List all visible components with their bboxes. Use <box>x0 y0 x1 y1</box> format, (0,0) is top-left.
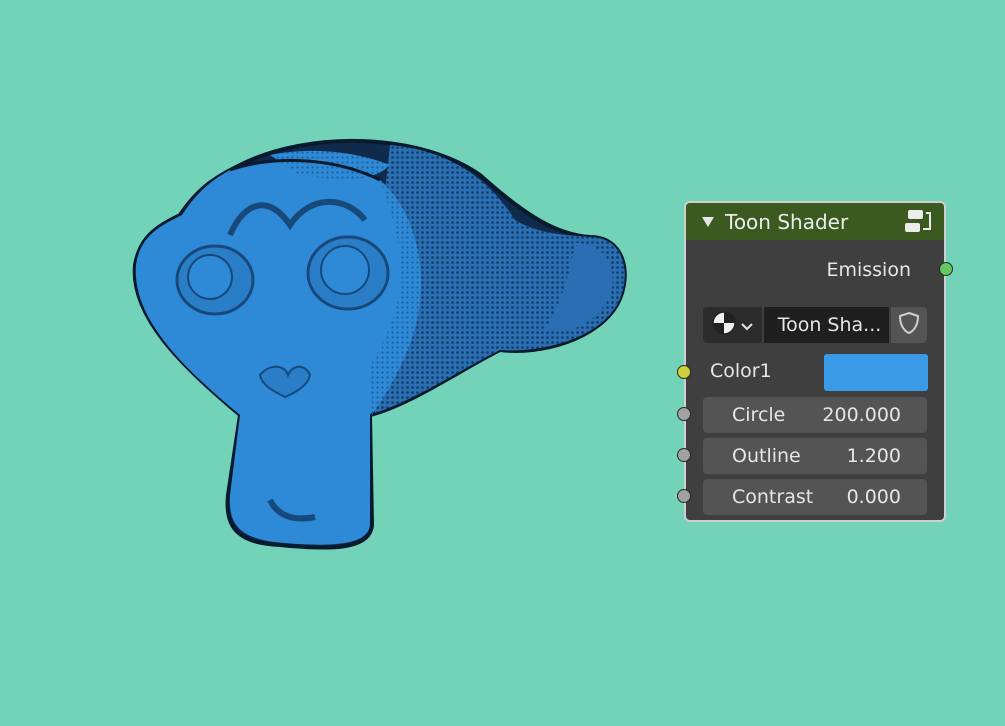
circle-value: 200.000 <box>822 404 901 426</box>
emission-output-socket[interactable] <box>939 262 953 276</box>
outline-field[interactable]: Outline 1.200 <box>703 438 927 474</box>
node-header[interactable]: Toon Shader <box>686 203 944 240</box>
color1-label: Color1 <box>710 360 772 382</box>
node-group-datablock[interactable]: Toon Sha... <box>703 307 927 343</box>
color1-swatch[interactable] <box>824 354 928 391</box>
node-group-icon[interactable] <box>904 209 932 235</box>
datablock-browse-button[interactable] <box>703 307 762 343</box>
color1-input-socket[interactable] <box>677 365 691 379</box>
contrast-field[interactable]: Contrast 0.000 <box>703 479 927 515</box>
collapse-triangle-icon[interactable] <box>702 216 714 228</box>
outline-label: Outline <box>732 445 801 467</box>
material-ball-icon <box>711 310 737 340</box>
circle-field[interactable]: Circle 200.000 <box>703 397 927 433</box>
outline-input-socket[interactable] <box>677 448 691 462</box>
fake-user-shield-button[interactable] <box>891 307 927 343</box>
outline-value: 1.200 <box>846 445 901 467</box>
contrast-label: Contrast <box>732 486 814 508</box>
datablock-name-field[interactable]: Toon Sha... <box>763 307 890 343</box>
chevron-down-icon <box>741 316 754 335</box>
shield-icon <box>898 311 920 339</box>
contrast-input-socket[interactable] <box>677 489 691 503</box>
node-title: Toon Shader <box>725 209 849 234</box>
output-label-emission: Emission <box>826 259 911 281</box>
toon-shaded-monkey-model <box>132 138 627 550</box>
contrast-value: 0.000 <box>846 486 901 508</box>
circle-input-socket[interactable] <box>677 407 691 421</box>
toon-shader-node[interactable]: Toon Shader Emission Toon Sha... Color1 … <box>677 201 953 522</box>
circle-label: Circle <box>732 404 786 426</box>
